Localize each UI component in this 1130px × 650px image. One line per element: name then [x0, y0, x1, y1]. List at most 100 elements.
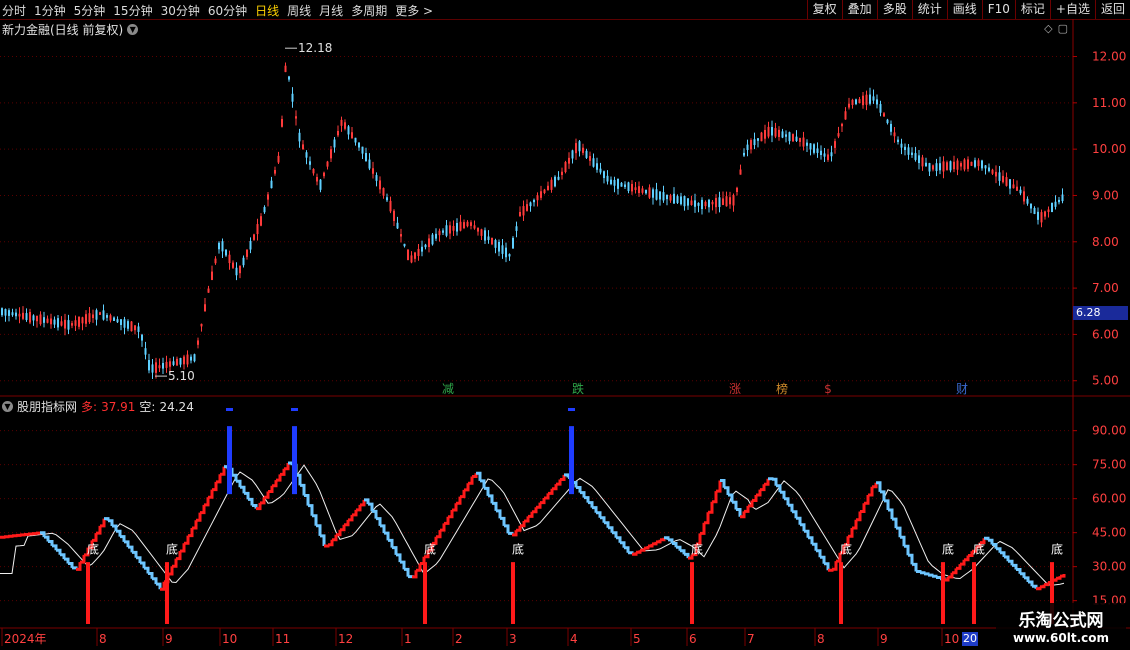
- xaxis-label: 4: [570, 632, 578, 646]
- indicator-step-segment: [828, 568, 834, 572]
- candle-body: [162, 363, 164, 369]
- indicator-step-segment: [820, 555, 826, 564]
- top-signal-cap: [291, 408, 298, 411]
- candle-body: [288, 76, 290, 80]
- indicator-step-segment: [1028, 580, 1034, 587]
- xaxis-label: 5: [633, 632, 641, 646]
- indicator-step-segment: [764, 478, 770, 486]
- chart-canvas[interactable]: 12.00 11.00 10.00 9.00 8.00 7.00 6.00 5.00 90.00…: [0, 0, 1130, 650]
- indicator-step-segment: [304, 494, 310, 506]
- candle-body: [116, 319, 119, 323]
- candle-body: [1026, 198, 1029, 204]
- candle-body: [39, 314, 42, 325]
- candle-body: [977, 160, 980, 167]
- candle-body: [179, 358, 182, 365]
- expand-icon[interactable]: ▢: [1058, 22, 1068, 35]
- candle-body: [403, 243, 406, 247]
- candle-body: [60, 321, 63, 326]
- chevron-down-icon[interactable]: ▼: [2, 401, 13, 412]
- indicator-step-segment: [340, 524, 346, 532]
- candle-body: [113, 317, 115, 321]
- indicator-step-segment: [456, 496, 462, 505]
- candle-body: [606, 175, 609, 182]
- indicator-step-segment: [852, 519, 858, 530]
- candle-body: [421, 246, 423, 252]
- event-marker: 财: [956, 382, 968, 396]
- candle-body: [533, 199, 535, 203]
- candle-body: [736, 187, 738, 192]
- xaxis-label: 3: [509, 632, 517, 646]
- candle-body: [274, 169, 276, 174]
- candle-body: [1, 308, 3, 316]
- candle-body: [855, 99, 857, 105]
- candle-body: [697, 202, 700, 206]
- candle-body: [589, 156, 591, 161]
- main-y-tick-label: 7.00: [1092, 281, 1119, 295]
- indicator-step-segment: [708, 501, 714, 514]
- indicator-step-segment: [324, 544, 330, 548]
- candle-body: [561, 171, 563, 175]
- indicator-step-segment: [92, 533, 98, 542]
- indicator-step-segment: [552, 484, 558, 491]
- indicator-step-segment: [132, 550, 138, 558]
- indicator-step-segment: [792, 510, 798, 519]
- indicator-step-segment: [412, 570, 418, 579]
- indicator-step-segment: [276, 474, 282, 482]
- candle-body: [232, 262, 234, 268]
- candle-body: [309, 161, 311, 165]
- candle-body: [834, 141, 836, 148]
- candle-body: [792, 134, 794, 142]
- candle-body: [18, 313, 21, 317]
- indicator-step-segment: [768, 477, 774, 481]
- indicator-step-segment: [200, 504, 206, 515]
- chevron-down-icon[interactable]: ▼: [127, 24, 139, 35]
- candle-body: [15, 312, 17, 317]
- candle-body: [673, 193, 675, 204]
- candle-body: [88, 313, 91, 323]
- candle-body: [515, 226, 518, 231]
- indicator-step-segment: [60, 553, 66, 560]
- main-y-tick-label: 11.00: [1092, 96, 1126, 110]
- indicator-step-segment: [404, 567, 410, 577]
- indicator-step-segment: [308, 504, 314, 516]
- candle-body: [442, 230, 444, 233]
- indicator-step-segment: [960, 559, 966, 566]
- candle-body: [183, 356, 185, 365]
- candle-body: [1051, 202, 1053, 213]
- main-y-tick-label: 6.00: [1092, 327, 1119, 341]
- indicator-step-segment: [24, 533, 30, 536]
- indicator-step-segment: [988, 538, 994, 545]
- indicator-step-segment: [932, 574, 938, 578]
- candle-body: [151, 364, 154, 373]
- candle-body: [781, 131, 784, 138]
- candle-body: [599, 168, 602, 173]
- candle-body: [963, 159, 966, 170]
- candle-body: [431, 234, 434, 245]
- indicator-step-segment: [1012, 563, 1018, 570]
- indicator-step-segment: [116, 529, 122, 537]
- candle-body: [368, 159, 371, 169]
- bottom-signal-label: 底: [1051, 542, 1063, 557]
- candle-body: [711, 201, 714, 205]
- candle-body: [662, 192, 665, 201]
- candle-body: [690, 200, 693, 206]
- indicator-step-segment: [560, 474, 566, 481]
- candle-body: [291, 93, 294, 102]
- indicator-step-segment: [620, 541, 626, 548]
- indicator-step-segment: [1004, 555, 1010, 562]
- date-cursor-label: 20: [962, 632, 978, 646]
- indicator-step-segment: [604, 521, 610, 528]
- diamond-icon[interactable]: ◇: [1044, 22, 1052, 35]
- candle-body: [575, 143, 577, 154]
- candle-body: [330, 149, 332, 159]
- indicator-step-segment: [644, 546, 650, 550]
- candle-body: [526, 204, 528, 211]
- indicator-step-segment: [208, 489, 214, 499]
- indicator-step-segment: [868, 486, 874, 497]
- candle-body: [1047, 209, 1050, 213]
- candle-body: [666, 195, 668, 200]
- indicator-step-segment: [120, 535, 126, 542]
- candle-body: [32, 315, 35, 321]
- candle-body: [11, 312, 14, 316]
- candle-body: [4, 309, 7, 316]
